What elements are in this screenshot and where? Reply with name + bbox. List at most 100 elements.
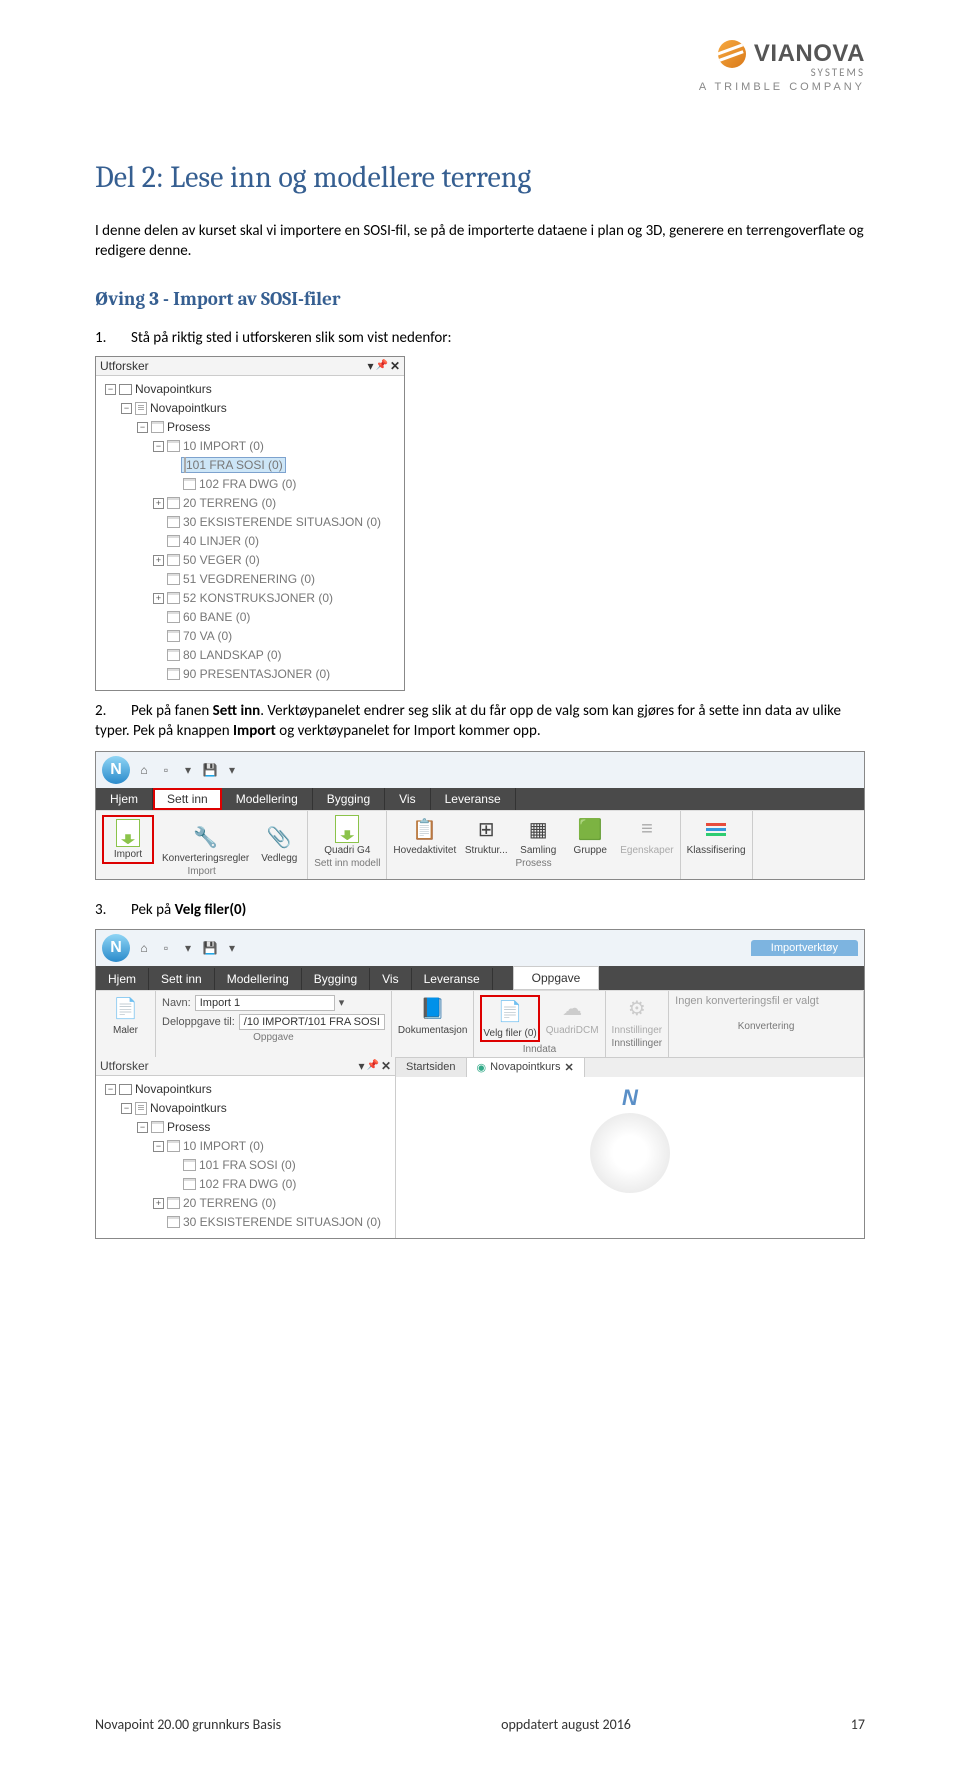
cal-icon bbox=[167, 497, 180, 509]
ribbon-tab[interactable]: Vis bbox=[385, 788, 430, 810]
tree-view[interactable]: −Novapointkurs−Novapointkurs−Prosess−10 … bbox=[96, 1076, 395, 1238]
tab-novapointkurs[interactable]: ◉ Novapointkurs ✕ bbox=[467, 1058, 585, 1077]
save-icon[interactable]: 💾 bbox=[202, 940, 218, 956]
close-icon[interactable]: ✕ bbox=[390, 359, 400, 373]
vedlegg-button[interactable]: 📎Vedlegg bbox=[257, 823, 301, 864]
ribbon-tab[interactable]: Hjem bbox=[96, 968, 149, 990]
ribbon-tabs[interactable]: HjemSett innModelleringByggingVisLeveran… bbox=[96, 788, 864, 810]
expand-toggle[interactable]: − bbox=[121, 403, 132, 414]
expand-toggle[interactable]: − bbox=[137, 422, 148, 433]
expand-toggle[interactable]: − bbox=[137, 1122, 148, 1133]
expand-toggle[interactable]: − bbox=[153, 1141, 164, 1152]
ribbon-tab[interactable]: Modellering bbox=[215, 968, 302, 990]
cal-icon bbox=[167, 573, 180, 585]
dropdown-icon[interactable]: ▾ bbox=[180, 940, 196, 956]
tree-row[interactable]: 70 VA (0) bbox=[98, 627, 402, 646]
dropdown-icon[interactable]: ▾ bbox=[224, 940, 240, 956]
ribbon-icon: 🔧 bbox=[192, 823, 220, 851]
cal-icon bbox=[167, 1216, 180, 1228]
tree-row[interactable]: 40 LINJER (0) bbox=[98, 532, 402, 551]
tab-startsiden[interactable]: Startsiden bbox=[396, 1058, 467, 1077]
tree-row[interactable]: −Prosess bbox=[98, 1118, 393, 1137]
home-icon[interactable]: ⌂ bbox=[136, 762, 152, 778]
tree-row[interactable]: −Novapointkurs bbox=[98, 1080, 393, 1099]
tree-row[interactable]: 30 EKSISTERENDE SITUASJON (0) bbox=[98, 1213, 393, 1232]
close-icon[interactable]: ✕ bbox=[564, 1061, 573, 1074]
ribbon-tab[interactable]: Vis bbox=[370, 968, 411, 990]
expand-toggle[interactable]: + bbox=[153, 593, 164, 604]
hovedaktivitet-button[interactable]: 📋Hovedaktivitet bbox=[393, 815, 456, 856]
footer-page-number: 17 bbox=[851, 1716, 865, 1733]
klassifisering-button[interactable]: Klassifisering bbox=[687, 815, 746, 856]
navn-input[interactable]: Import 1 bbox=[195, 995, 335, 1011]
expand-toggle[interactable]: + bbox=[153, 1198, 164, 1209]
tree-row[interactable]: 30 EKSISTERENDE SITUASJON (0) bbox=[98, 513, 402, 532]
struktur--button[interactable]: ⊞Struktur... bbox=[464, 815, 508, 856]
tree-row[interactable]: +20 TERRENG (0) bbox=[98, 494, 402, 513]
tree-row[interactable]: −Novapointkurs bbox=[98, 380, 402, 399]
home-icon[interactable]: ⌂ bbox=[136, 940, 152, 956]
tree-row[interactable]: 101 FRA SOSI (0) bbox=[98, 1156, 393, 1175]
expand-toggle[interactable]: − bbox=[121, 1103, 132, 1114]
tree-row[interactable]: −10 IMPORT (0) bbox=[98, 1137, 393, 1156]
gruppe-button[interactable]: 🟩Gruppe bbox=[568, 815, 612, 856]
ribbon-tab[interactable]: Sett inn bbox=[153, 788, 222, 810]
tree-row[interactable]: −Novapointkurs bbox=[98, 1099, 393, 1118]
tree-row[interactable]: 90 PRESENTASJONER (0) bbox=[98, 665, 402, 684]
doc-icon[interactable]: ▫ bbox=[158, 762, 174, 778]
doc-icon[interactable]: ▫ bbox=[158, 940, 174, 956]
tree-label: 101 FRA SOSI (0) bbox=[199, 1158, 296, 1172]
tree-label: 70 VA (0) bbox=[183, 629, 232, 643]
tree-row[interactable]: 102 FRA DWG (0) bbox=[98, 1175, 393, 1194]
app-orb-icon[interactable]: N bbox=[102, 756, 130, 784]
import-button[interactable]: Import bbox=[106, 819, 150, 860]
tree-row[interactable]: 60 BANE (0) bbox=[98, 608, 402, 627]
ribbon-tab[interactable]: Sett inn bbox=[149, 968, 215, 990]
ribbon-tab[interactable]: Leveranse bbox=[431, 788, 516, 810]
ribbon-tab[interactable]: Hjem bbox=[96, 788, 153, 810]
expand-toggle[interactable]: − bbox=[153, 441, 164, 452]
tree-row[interactable]: 51 VEGDRENERING (0) bbox=[98, 570, 402, 589]
dropdown-icon[interactable]: ▾ bbox=[180, 762, 196, 778]
ribbon-tabs[interactable]: HjemSett innModelleringByggingVisLeveran… bbox=[96, 966, 864, 990]
tree-view[interactable]: −Novapointkurs−Novapointkurs−Prosess−10 … bbox=[96, 376, 404, 690]
expand-toggle[interactable]: + bbox=[153, 555, 164, 566]
ribbon-icon: 📎 bbox=[265, 823, 293, 851]
pin-icon[interactable]: 📌 bbox=[366, 1060, 378, 1071]
ribbon-tab[interactable]: Modellering bbox=[222, 788, 313, 810]
app-orb-icon[interactable]: N bbox=[102, 934, 130, 962]
tree-row[interactable]: −Prosess bbox=[98, 418, 402, 437]
ribbon-tab[interactable]: Bygging bbox=[313, 788, 385, 810]
dropdown-icon[interactable]: ▾ bbox=[358, 1059, 364, 1073]
dropdown-icon[interactable]: ▾ bbox=[224, 762, 240, 778]
quadri-g4-button[interactable]: Quadri G4 bbox=[324, 815, 370, 856]
maler-button[interactable]: 📄 Maler bbox=[102, 995, 149, 1036]
save-icon[interactable]: 💾 bbox=[202, 762, 218, 778]
deloppgave-input[interactable]: /10 IMPORT/101 FRA SOSI bbox=[239, 1014, 385, 1030]
tree-label: 102 FRA DWG (0) bbox=[199, 1177, 296, 1191]
velg-filer-button[interactable]: 📄 Velg filer (0) bbox=[483, 998, 536, 1039]
context-subtab[interactable]: Oppgave bbox=[513, 966, 600, 990]
tree-label: 10 IMPORT (0) bbox=[183, 439, 264, 453]
pin-icon[interactable]: 📌 bbox=[375, 360, 387, 371]
tree-row[interactable]: +50 VEGER (0) bbox=[98, 551, 402, 570]
close-icon[interactable]: ✕ bbox=[381, 1059, 391, 1073]
ribbon-tab[interactable]: Leveranse bbox=[412, 968, 493, 990]
document-tabs[interactable]: Startsiden ◉ Novapointkurs ✕ bbox=[396, 1057, 864, 1077]
konverteringsregler-button[interactable]: 🔧Konverteringsregler bbox=[162, 823, 249, 864]
dokumentasjon-button[interactable]: 📘 Dokumentasjon bbox=[398, 995, 467, 1036]
samling-button[interactable]: ▦Samling bbox=[516, 815, 560, 856]
tree-row[interactable]: 80 LANDSKAP (0) bbox=[98, 646, 402, 665]
expand-toggle[interactable]: − bbox=[105, 1084, 116, 1095]
tree-row[interactable]: +52 KONSTRUKSJONER (0) bbox=[98, 589, 402, 608]
tree-row[interactable]: − 10 IMPORT (0) bbox=[98, 437, 402, 456]
dropdown-icon[interactable]: ▾ bbox=[367, 359, 373, 373]
tree-row[interactable]: 101 FRA SOSI (0) bbox=[98, 456, 402, 475]
tree-row[interactable]: −Novapointkurs bbox=[98, 399, 402, 418]
tree-row[interactable]: +20 TERRENG (0) bbox=[98, 1194, 393, 1213]
compass-widget: N bbox=[396, 1077, 864, 1197]
ribbon-tab[interactable]: Bygging bbox=[302, 968, 370, 990]
expand-toggle[interactable]: − bbox=[105, 384, 116, 395]
expand-toggle[interactable]: + bbox=[153, 498, 164, 509]
tree-row[interactable]: 102 FRA DWG (0) bbox=[98, 475, 402, 494]
